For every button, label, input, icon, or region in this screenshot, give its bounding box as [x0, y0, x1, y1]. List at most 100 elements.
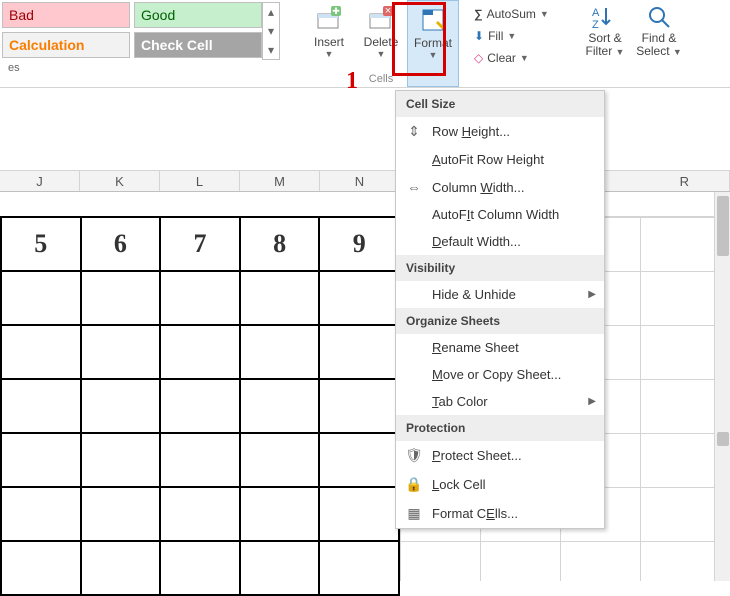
autosum-button[interactable]: ∑ AutoSum ▼: [474, 4, 572, 24]
more-icon: ▾: [268, 43, 274, 57]
cell-styles-gallery[interactable]: Bad Good Calculation Check Cell ▴ ▾ ▾ es: [0, 0, 294, 76]
lock-icon: 🔒: [404, 476, 424, 493]
sort-filter-button[interactable]: AZ Sort &Filter ▼: [578, 0, 632, 61]
svg-text:✚: ✚: [332, 6, 340, 16]
styles-dropdown[interactable]: ▴ ▾ ▾: [262, 2, 280, 60]
fill-down-icon: ⬇: [474, 29, 484, 43]
styles-group-label: es: [2, 60, 292, 76]
sigma-icon: ∑: [474, 7, 483, 21]
submenu-arrow-icon: ▶: [588, 289, 596, 300]
find-select-button[interactable]: Find &Select ▼: [632, 0, 686, 61]
menu-default-width[interactable]: Default Width...: [396, 228, 604, 255]
row-height-icon: ⇕: [404, 123, 424, 140]
dropdown-arrow-icon: ▼: [377, 49, 386, 59]
table-row[interactable]: 5 6 7 8 9: [1, 217, 399, 271]
column-headers[interactable]: J K L M N R: [0, 170, 730, 192]
menu-label: Rename Sheet: [432, 340, 519, 355]
format-button[interactable]: Format ▼: [407, 0, 459, 87]
menu-label: Lock Cell: [432, 477, 485, 492]
worksheet-selection[interactable]: 5 6 7 8 9: [0, 216, 400, 596]
menu-lock-cell[interactable]: 🔒 Lock Cell: [396, 470, 604, 499]
cell[interactable]: 9: [319, 217, 399, 271]
annotation-1: 1: [346, 68, 358, 95]
menu-column-width[interactable]: ⇔ Column Width...: [396, 173, 604, 201]
style-good[interactable]: Good: [134, 2, 262, 28]
style-calculation[interactable]: Calculation: [2, 32, 130, 58]
table-row[interactable]: [1, 487, 399, 541]
editing-stack: ∑ AutoSum ▼ ⬇ Fill ▼ ◇ Clear ▼: [468, 0, 578, 70]
delete-label: Delete: [364, 36, 399, 49]
cell[interactable]: 5: [1, 217, 81, 271]
clear-label: Clear: [487, 51, 516, 65]
menu-hide-unhide[interactable]: Hide & Unhide ▶: [396, 281, 604, 308]
menu-format-cells[interactable]: ▦ Format CElls...: [396, 499, 604, 528]
menu-label: AutoFit Row Height: [432, 152, 544, 167]
dropdown-arrow-icon: ▼: [325, 49, 334, 59]
dropdown-arrow-icon: ▼: [429, 50, 438, 60]
menu-label: Column Width...: [432, 180, 525, 195]
menu-label: Format CElls...: [432, 506, 518, 521]
clear-button[interactable]: ◇ Clear ▼: [474, 48, 572, 68]
menu-rename-sheet[interactable]: Rename Sheet: [396, 334, 604, 361]
menu-move-copy-sheet[interactable]: Move or Copy Sheet...: [396, 361, 604, 388]
column-header[interactable]: N: [320, 171, 400, 191]
table-row[interactable]: [1, 271, 399, 325]
menu-section-organize: Organize Sheets: [396, 308, 604, 334]
menu-label: Row Height...: [432, 124, 510, 139]
chevron-down-icon: ▾: [268, 24, 274, 38]
table-row[interactable]: [1, 325, 399, 379]
format-dropdown-menu: Cell Size ⇕ Row Height... AutoFit Row He…: [395, 90, 605, 529]
column-header[interactable]: M: [240, 171, 320, 191]
sort-filter-icon: AZ: [592, 4, 618, 32]
dropdown-arrow-icon: ▼: [673, 47, 682, 57]
menu-row-height[interactable]: ⇕ Row Height...: [396, 117, 604, 146]
cell[interactable]: 6: [81, 217, 161, 271]
menu-autofit-column-width[interactable]: AutoFIt Column Width: [396, 201, 604, 228]
scrollbar-thumb[interactable]: [717, 196, 729, 256]
menu-autofit-row-height[interactable]: AutoFit Row Height: [396, 146, 604, 173]
table-row[interactable]: [1, 379, 399, 433]
sort-filter-label2: Filter: [586, 44, 613, 58]
menu-label: Move or Copy Sheet...: [432, 367, 561, 382]
format-icon: [418, 5, 448, 35]
ribbon: Bad Good Calculation Check Cell ▴ ▾ ▾ es…: [0, 0, 730, 88]
menu-label: AutoFIt Column Width: [432, 207, 559, 222]
table-row[interactable]: [1, 433, 399, 487]
svg-text:×: ×: [385, 6, 391, 17]
cell[interactable]: 7: [160, 217, 240, 271]
svg-text:Z: Z: [592, 19, 599, 30]
menu-label: Tab Color: [432, 394, 488, 409]
dropdown-arrow-icon: ▼: [520, 53, 529, 63]
style-check-cell[interactable]: Check Cell: [134, 32, 262, 58]
table-row[interactable]: [1, 541, 399, 595]
menu-label: Default Width...: [432, 234, 521, 249]
protect-sheet-icon: 🛡: [404, 447, 424, 464]
insert-cells-icon: ✚: [314, 4, 344, 34]
svg-text:A: A: [592, 7, 600, 19]
eraser-icon: ◇: [474, 51, 483, 65]
menu-label: Protect Sheet...: [432, 448, 522, 463]
dropdown-arrow-icon: ▼: [507, 31, 516, 41]
format-label: Format: [414, 37, 452, 50]
insert-label: Insert: [314, 36, 344, 49]
delete-cells-icon: ×: [366, 4, 396, 34]
menu-section-cell-size: Cell Size: [396, 91, 604, 117]
column-header[interactable]: J: [0, 171, 80, 191]
column-width-icon: ⇔: [404, 179, 424, 195]
cells-group-label: Cells: [369, 73, 393, 85]
menu-protect-sheet[interactable]: 🛡 Protect Sheet...: [396, 441, 604, 470]
menu-label: Hide & Unhide: [432, 287, 516, 302]
submenu-arrow-icon: ▶: [588, 396, 596, 407]
column-header[interactable]: K: [80, 171, 160, 191]
cell[interactable]: 8: [240, 217, 320, 271]
menu-tab-color[interactable]: Tab Color ▶: [396, 388, 604, 415]
column-header[interactable]: L: [160, 171, 240, 191]
scrollbar-thumb[interactable]: [717, 432, 729, 446]
style-bad[interactable]: Bad: [2, 2, 130, 28]
vertical-scrollbar[interactable]: [714, 192, 730, 581]
find-select-label1: Find &: [642, 31, 677, 45]
dropdown-arrow-icon: ▼: [540, 9, 549, 19]
fill-button[interactable]: ⬇ Fill ▼: [474, 26, 572, 46]
data-table: 5 6 7 8 9: [0, 216, 400, 596]
chevron-up-icon: ▴: [268, 5, 274, 19]
